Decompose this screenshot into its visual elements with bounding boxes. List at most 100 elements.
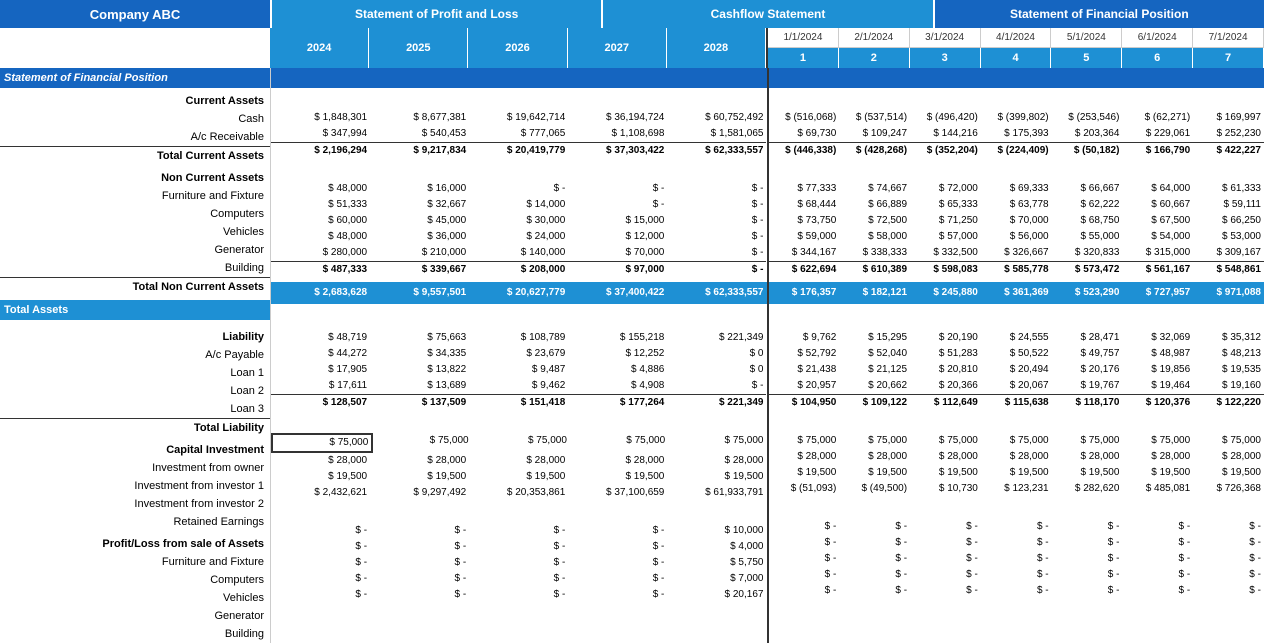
pl-years-header: 2024 2025 2026 2027 2028 [270, 28, 766, 68]
sfp-fs-3: $ - [910, 519, 981, 535]
sfp-date-7: 7/1/2024 [1193, 28, 1264, 48]
pl-vehicles-2028: $ - [667, 213, 766, 229]
sfp-tl-row: $ 104,950 $ 109,122 $ 112,649 $ 115,638 … [769, 394, 1264, 411]
sfp-num-6: 6 [1122, 48, 1193, 68]
sfp-tl-2: $ 109,122 [839, 394, 910, 411]
sfp-num-5: 5 [1051, 48, 1122, 68]
pl-generator-row: $ 48,000 $ 36,000 $ 24,000 $ 12,000 $ - [271, 229, 767, 245]
pl-inv2-2028: $ 19,500 [667, 469, 766, 485]
pl-acr-2024: $ 347,994 [271, 126, 370, 142]
pl-tab[interactable]: Statement of Profit and Loss [270, 0, 601, 28]
sfp-fs-7: $ - [1193, 519, 1264, 535]
pl-gs-2028: $ 7,000 [667, 571, 766, 587]
sfp-acr-2: $ 109,247 [839, 126, 910, 142]
sfp-computers-6: $ 60,667 [1122, 197, 1193, 213]
sfp-building-4: $ 326,667 [981, 245, 1052, 261]
sfp-vehicles-5: $ 68,750 [1052, 213, 1123, 229]
pl-ta-2027: $ 37,400,422 [568, 282, 667, 304]
pl-loan3-2028: $ - [667, 378, 766, 394]
sfp-loan2-row: $ 21,438 $ 21,125 $ 20,810 $ 20,494 $ 20… [769, 362, 1264, 378]
sfp-vs-7: $ - [1193, 551, 1264, 567]
pl-fs-2027: $ - [568, 523, 667, 539]
sfp-gs-2: $ - [839, 567, 910, 583]
sfp-nums-row: 1 2 3 4 5 6 7 [768, 48, 1264, 68]
pl-cs-2027: $ - [568, 539, 667, 555]
sfp-cash-5: $ (253,546) [1052, 110, 1123, 126]
total-current-assets-label: Total Current Assets [0, 146, 270, 165]
sfp-cash-6: $ (62,271) [1122, 110, 1193, 126]
generator2-label: Generator [0, 607, 270, 625]
sfp-gs-3: $ - [910, 567, 981, 583]
pl-vehicles-2026: $ 30,000 [469, 213, 568, 229]
pl-inv2-row: $ 19,500 $ 19,500 $ 19,500 $ 19,500 $ 19… [271, 469, 767, 485]
pl-tl-2026: $ 151,418 [469, 394, 568, 411]
sfp-tca-4: $ (224,409) [981, 142, 1052, 159]
pl-year-row: 2024 2025 2026 2027 2028 [270, 28, 766, 68]
sfp-num-2: 2 [839, 48, 910, 68]
pl-computers-2027: $ - [568, 197, 667, 213]
sfp-computers-7: $ 59,111 [1193, 197, 1264, 213]
page-wrapper: Company ABC Statement of Profit and Loss… [0, 0, 1264, 643]
pl-ta-2028: $ 62,333,557 [667, 282, 766, 304]
sfp-vehicles-4: $ 70,000 [981, 213, 1052, 229]
sfp-acp-7: $ 35,312 [1193, 330, 1264, 346]
sfp-inv1-row: $ 28,000 $ 28,000 $ 28,000 $ 28,000 $ 28… [769, 449, 1264, 465]
sfp-vehicles-2: $ 72,500 [839, 213, 910, 229]
sfp-furniture-3: $ 72,000 [910, 181, 981, 197]
sfp-inv2-5: $ 19,500 [1052, 465, 1123, 481]
sfp-date-1: 1/1/2024 [768, 28, 839, 48]
pl-cash-row: $ 1,848,301 $ 8,677,381 $ 19,642,714 $ 3… [271, 110, 767, 126]
sfp-bs-row: $ - $ - $ - $ - $ - $ - $ - [769, 583, 1264, 599]
sfp-bs-7: $ - [1193, 583, 1264, 599]
sfp-loan2-5: $ 20,176 [1052, 362, 1123, 378]
sfp-loan2-7: $ 19,535 [1193, 362, 1264, 378]
sfp-inv-owner-7: $ 75,000 [1193, 433, 1264, 449]
sfp-loan2-1: $ 21,438 [769, 362, 840, 378]
sfp-cs-5: $ - [1052, 535, 1123, 551]
company-tab[interactable]: Company ABC [0, 0, 270, 28]
sub-header-left [0, 28, 270, 68]
sfp-current-assets-header [769, 92, 1264, 110]
sfp-fs-2: $ - [839, 519, 910, 535]
sfp-ta-1: $ 176,357 [769, 282, 840, 304]
sfp-re-3: $ 10,730 [910, 481, 981, 497]
sfp-vehicles-7: $ 66,250 [1193, 213, 1264, 229]
sfp-date-6: 6/1/2024 [1122, 28, 1193, 48]
liability-label: Liability [0, 328, 270, 346]
pl-tl-row: $ 128,507 $ 137,509 $ 151,418 $ 177,264 … [271, 394, 767, 411]
sfp-fs-5: $ - [1052, 519, 1123, 535]
sfp-cs-4: $ - [981, 535, 1052, 551]
vehicles2-label: Vehicles [0, 589, 270, 607]
pl-inv1-2027: $ 28,000 [568, 453, 667, 469]
pl-bs-2025: $ - [370, 587, 469, 603]
pl-gs-2026: $ - [469, 571, 568, 587]
pl-acr-2026: $ 777,065 [469, 126, 568, 142]
pl-generator-2026: $ 24,000 [469, 229, 568, 245]
sfp-acr-1: $ 69,730 [769, 126, 840, 142]
pl-tca-2025: $ 9,217,834 [370, 142, 469, 159]
sfp-building-2: $ 338,333 [839, 245, 910, 261]
pl-computers-2026: $ 14,000 [469, 197, 568, 213]
sfp-generator-5: $ 55,000 [1052, 229, 1123, 245]
pl-vehicles-row: $ 60,000 $ 45,000 $ 30,000 $ 15,000 $ - [271, 213, 767, 229]
pl-vs-2028: $ 5,750 [667, 555, 766, 571]
pl-re-2025: $ 9,297,492 [370, 485, 469, 501]
sfp-tl-3: $ 112,649 [910, 394, 981, 411]
sfp-generator-3: $ 57,000 [910, 229, 981, 245]
sfp-liability-header [769, 312, 1264, 330]
sfp-tca-6: $ 166,790 [1122, 142, 1193, 159]
sfp-computers-3: $ 65,333 [910, 197, 981, 213]
pl-vs-2026: $ - [469, 555, 568, 571]
pl-acp-2024: $ 48,719 [271, 330, 370, 346]
pl-acp-2027: $ 155,218 [568, 330, 667, 346]
sfp-tab[interactable]: Statement of Financial Position [933, 0, 1264, 28]
cf-tab[interactable]: Cashflow Statement [601, 0, 932, 28]
sfp-building-5: $ 320,833 [1052, 245, 1123, 261]
pl-year-2027: 2027 [568, 28, 667, 68]
pl-inv2-2025: $ 19,500 [370, 469, 469, 485]
pl-data-column: $ 1,848,301 $ 8,677,381 $ 19,642,714 $ 3… [270, 68, 769, 643]
pl-cs-2026: $ - [469, 539, 568, 555]
building2-label: Building [0, 625, 270, 643]
sfp-inv1-6: $ 28,000 [1122, 449, 1193, 465]
pl-loan2-2024: $ 17,905 [271, 362, 370, 378]
